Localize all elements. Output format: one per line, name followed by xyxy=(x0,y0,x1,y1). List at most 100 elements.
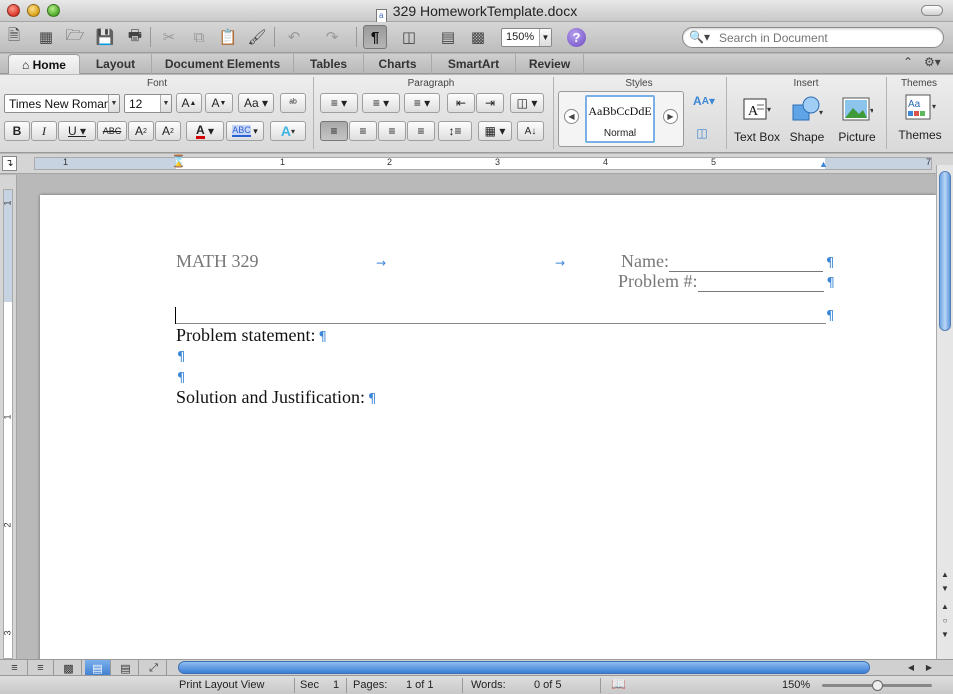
search-box[interactable]: 🔍▾ xyxy=(682,27,944,48)
picture-button[interactable]: ▾ Picture xyxy=(830,93,884,147)
chevron-down-icon[interactable]: ▼ xyxy=(539,29,551,46)
search-input[interactable] xyxy=(719,31,929,45)
font-name-combobox[interactable]: Times New Roman ▼ xyxy=(4,94,120,113)
vertical-scrollbar[interactable]: ▲ ▼ ▲ ○ ▼ xyxy=(936,165,953,659)
previous-page-icon[interactable]: ▲ xyxy=(939,601,951,613)
sidebar-toggle-icon[interactable]: ◫ xyxy=(397,25,421,49)
print-icon[interactable]: 🖶 xyxy=(123,25,147,49)
vertical-ruler[interactable]: 1 1 2 3 xyxy=(0,175,17,659)
line-spacing-button[interactable]: ↕≡ xyxy=(438,121,472,141)
tab-home[interactable]: ⌂ Home xyxy=(8,54,80,74)
themes-button[interactable]: Aa ▾ Themes xyxy=(890,91,950,145)
bold-button[interactable]: B xyxy=(4,121,30,141)
subscript-button[interactable]: A2 xyxy=(155,121,181,141)
focus-view-icon[interactable]: ⤢ xyxy=(141,660,167,676)
chevron-down-icon[interactable]: ▼ xyxy=(108,95,119,112)
scroll-down-icon[interactable]: ▼ xyxy=(939,583,951,595)
scroll-right-icon[interactable]: ▶ xyxy=(923,661,935,674)
tab-review[interactable]: Review xyxy=(516,54,584,74)
gallery-icon[interactable]: ▦ xyxy=(34,25,58,49)
format-painter-icon[interactable]: 🖌 xyxy=(245,25,269,49)
publishing-view-icon[interactable]: ▩ xyxy=(56,660,82,676)
text-effects-button[interactable]: A ▾ xyxy=(270,121,306,141)
decrease-indent-button[interactable]: ⇤ xyxy=(447,93,475,113)
title-bar: a 329 HomeworkTemplate.docx xyxy=(0,0,953,23)
tab-mark-icon: → xyxy=(555,256,566,270)
toolbox-icon[interactable]: ▤ xyxy=(436,25,460,49)
underline-button[interactable]: U ▾ xyxy=(58,121,96,141)
spelling-status-icon[interactable]: 📖 xyxy=(611,677,626,691)
zoom-slider-knob[interactable] xyxy=(872,680,883,691)
italic-button[interactable]: I xyxy=(31,121,57,141)
print-layout-view-icon[interactable]: ▤ xyxy=(85,660,111,676)
open-icon[interactable]: 🗁 xyxy=(63,25,87,49)
tab-layout[interactable]: Layout xyxy=(80,54,152,74)
font-group-title: Font xyxy=(146,78,167,89)
help-icon[interactable]: ? xyxy=(567,28,586,47)
horizontal-scroll-thumb[interactable] xyxy=(178,661,870,674)
zoom-slider[interactable] xyxy=(822,680,932,691)
text-box-button[interactable]: A ▾ Text Box xyxy=(730,93,784,147)
tab-stop-selector[interactable]: ↴ xyxy=(2,156,17,171)
change-case-button[interactable]: Aa ▾ xyxy=(238,93,274,113)
search-icon[interactable]: 🔍▾ xyxy=(689,30,710,44)
sort-button[interactable]: A↓ xyxy=(517,121,544,141)
multilevel-list-button[interactable]: ≡ ▾ xyxy=(404,93,440,113)
scroll-up-icon[interactable]: ▲ xyxy=(939,569,951,581)
bullets-button[interactable]: ≡ ▾ xyxy=(320,93,358,113)
highlight-button[interactable]: ABC ▾ xyxy=(226,121,264,141)
right-indent-marker-icon[interactable]: ▲ xyxy=(819,159,828,169)
align-left-button[interactable]: ≡ xyxy=(320,121,348,141)
superscript-button[interactable]: A2 xyxy=(128,121,154,141)
tab-document-elements[interactable]: Document Elements xyxy=(152,54,294,74)
clear-formatting-icon[interactable]: ᵃᵇ xyxy=(280,93,306,113)
borders-button[interactable]: ▦ ▾ xyxy=(478,121,512,141)
horizontal-ruler[interactable]: 1 1 2 3 4 5 7 ⌛ ▲ xyxy=(34,154,932,170)
zoom-combobox[interactable]: 150% ▼ xyxy=(501,28,552,47)
media-browser-icon[interactable]: ▩ xyxy=(466,25,490,49)
grow-font-button[interactable]: A ▲ xyxy=(176,93,202,113)
strikethrough-button[interactable]: ABC xyxy=(97,121,127,141)
scroll-left-icon[interactable]: ◀ xyxy=(905,661,917,674)
style-normal[interactable]: AaBbCcDdE Normal xyxy=(585,95,655,143)
styles-pane-icon[interactable]: ◫ xyxy=(690,123,714,143)
browse-object-icon[interactable]: ○ xyxy=(939,615,951,627)
manage-styles-icon[interactable]: A A ▾ xyxy=(688,91,720,111)
new-document-icon[interactable]: 🗎 xyxy=(2,25,26,49)
styles-next-icon[interactable]: ▶ xyxy=(663,109,678,124)
save-icon[interactable]: 💾 xyxy=(93,25,117,49)
toolbar-toggle-button[interactable] xyxy=(921,5,943,16)
tab-charts[interactable]: Charts xyxy=(364,54,432,74)
tab-tables[interactable]: Tables xyxy=(294,54,364,74)
copy-icon[interactable]: ⧉ xyxy=(187,25,211,49)
font-size-combobox[interactable]: 12 ▼ xyxy=(124,94,172,113)
vertical-scroll-thumb[interactable] xyxy=(939,171,951,331)
undo-icon[interactable]: ↶ xyxy=(282,25,306,49)
left-indent-marker-icon[interactable]: ⌛ xyxy=(171,154,186,168)
document-canvas[interactable]: MATH 329 → → Name: ¶ Problem #: ¶ ¶ Proble… xyxy=(18,175,936,659)
draft-view-icon[interactable]: ≡ xyxy=(2,660,28,676)
next-page-icon[interactable]: ▼ xyxy=(939,629,951,641)
styles-prev-icon[interactable]: ◀ xyxy=(564,109,579,124)
show-formatting-marks-button[interactable]: ¶ xyxy=(363,25,387,49)
increase-indent-button[interactable]: ⇥ xyxy=(476,93,504,113)
chevron-down-icon[interactable]: ▼ xyxy=(160,95,171,112)
columns-button[interactable]: ◫ ▾ xyxy=(510,93,544,113)
ribbon-settings-gear-icon[interactable]: ⚙▾ xyxy=(924,55,941,69)
justify-button[interactable]: ≡ xyxy=(407,121,435,141)
tab-smartart[interactable]: SmartArt xyxy=(432,54,516,74)
font-color-button[interactable]: A ▾ xyxy=(186,121,224,141)
numbering-button[interactable]: ≡ ▾ xyxy=(362,93,400,113)
align-center-button[interactable]: ≡ xyxy=(349,121,377,141)
redo-icon[interactable]: ↷ xyxy=(320,25,344,49)
document-page[interactable]: MATH 329 → → Name: ¶ Problem #: ¶ ¶ Proble… xyxy=(40,195,936,659)
svg-text:▾: ▾ xyxy=(870,106,873,115)
paste-icon[interactable]: 📋 xyxy=(216,25,240,49)
notebook-view-icon[interactable]: ▤ xyxy=(113,660,139,676)
shrink-font-button[interactable]: A ▼ xyxy=(205,93,233,113)
align-right-button[interactable]: ≡ xyxy=(378,121,406,141)
cut-icon[interactable]: ✂ xyxy=(157,25,181,49)
collapse-ribbon-icon[interactable]: ⌃ xyxy=(903,55,913,69)
shape-button[interactable]: ▾ Shape xyxy=(780,93,834,147)
outline-view-icon[interactable]: ≡ xyxy=(28,660,54,676)
